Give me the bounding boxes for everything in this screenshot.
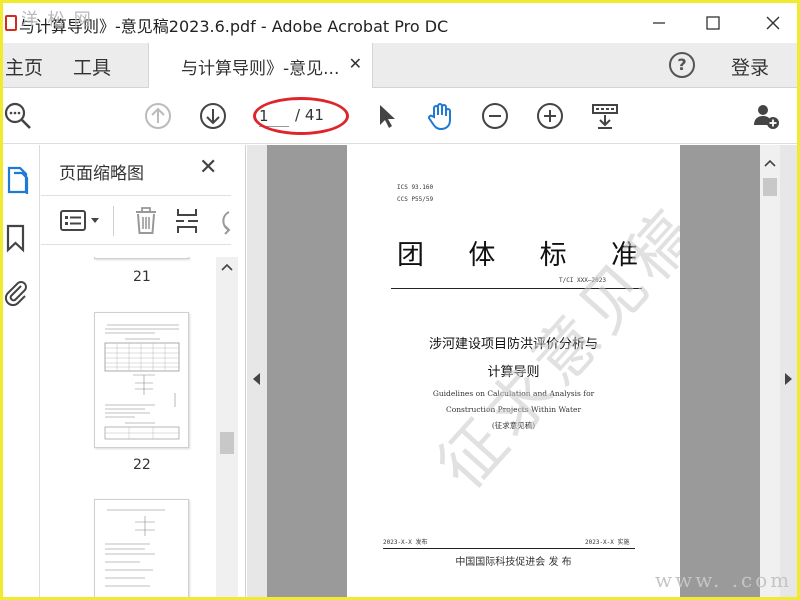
tab-home[interactable]: 主页	[5, 53, 43, 80]
search-icon[interactable]	[3, 101, 33, 131]
bookmark-icon[interactable]	[5, 223, 27, 253]
document-scrollbar[interactable]	[760, 145, 780, 597]
tab-bar: 主页 工具 与计算导则》-意见... ✕ ? 登录	[3, 43, 797, 88]
left-collapse-strip[interactable]	[247, 145, 267, 597]
issuer: 中国国际科技促进会 发 布	[455, 557, 572, 568]
thumbnail-page-23[interactable]	[94, 499, 189, 597]
panel-title: 页面缩略图	[59, 164, 144, 184]
watermark-bottom: www. .com	[655, 568, 793, 592]
thumbnail-page-23-content	[105, 509, 165, 587]
thumbnail-page-21[interactable]	[94, 257, 189, 259]
thumbnail-scrollbar[interactable]	[216, 257, 238, 597]
tab-document-label: 与计算导则》-意见...	[181, 59, 340, 79]
tab-document[interactable]: 与计算导则》-意见... ✕	[148, 43, 373, 88]
help-icon[interactable]: ?	[669, 52, 695, 78]
minimize-icon	[653, 22, 665, 24]
tab-tools[interactable]: 工具	[73, 53, 111, 80]
page-thumbnails-icon[interactable]	[5, 165, 31, 195]
previous-page-icon[interactable]	[143, 101, 173, 131]
release-date: 2023-X-X 发布	[383, 539, 428, 546]
thumbnail-label-21: 21	[133, 269, 151, 285]
close-window-button[interactable]	[753, 8, 793, 38]
watermark-top: 洋 松 网	[21, 10, 93, 30]
page-display-icon[interactable]	[590, 101, 620, 131]
zoom-out-icon[interactable]	[480, 101, 510, 131]
close-icon	[766, 16, 780, 30]
toolbar: / 41	[3, 89, 797, 144]
select-arrow-icon[interactable]	[371, 101, 401, 131]
pdf-file-icon	[5, 15, 17, 31]
thumbnail-page-22-content	[104, 324, 180, 440]
expand-right-icon[interactable]	[785, 373, 793, 385]
close-tab-icon[interactable]: ✕	[349, 54, 362, 73]
heading-char-1: 团	[397, 240, 424, 271]
thumbnail-label-22: 22	[133, 457, 151, 473]
thumbnail-options-icon[interactable]	[59, 209, 103, 233]
thumbnail-list: 21 22	[41, 257, 216, 597]
heading-char-3: 标	[539, 240, 567, 271]
pdf-page: ICS 93.160 CCS P55/59 团 体 标 准 T/CI XXX—2…	[347, 145, 680, 600]
delete-page-icon[interactable]	[134, 207, 158, 235]
next-page-icon[interactable]	[198, 101, 228, 131]
doc-scroll-up-icon[interactable]	[764, 159, 776, 167]
panel-toolbar	[41, 195, 231, 245]
toolbar-divider	[113, 206, 114, 236]
maximize-button[interactable]	[693, 8, 733, 38]
navigation-rail	[3, 145, 40, 597]
collapse-left-icon[interactable]	[253, 373, 261, 385]
hand-tool-icon[interactable]	[425, 101, 455, 131]
close-panel-icon[interactable]: ✕	[199, 155, 217, 180]
scroll-up-icon[interactable]	[221, 263, 233, 271]
document-scroll-thumb[interactable]	[763, 178, 777, 196]
thumbnail-scroll-thumb[interactable]	[220, 432, 234, 454]
minimize-button[interactable]	[639, 8, 679, 38]
ics-code: ICS 93.160	[397, 184, 434, 191]
rotate-page-icon[interactable]	[215, 207, 231, 235]
document-viewport: ICS 93.160 CCS P55/59 团 体 标 准 T/CI XXX—2…	[247, 145, 760, 600]
attachment-icon[interactable]	[3, 277, 29, 307]
zoom-in-icon[interactable]	[535, 101, 565, 131]
thumbnail-page-22[interactable]	[94, 312, 189, 448]
highlight-ellipse	[253, 97, 349, 135]
insert-page-icon[interactable]	[175, 207, 199, 235]
heading-char-2: 体	[468, 240, 496, 271]
login-button[interactable]: 登录	[731, 53, 769, 80]
implementation-date: 2023-X-X 实施	[585, 539, 630, 546]
share-user-icon[interactable]	[751, 101, 781, 131]
footer-rule	[383, 548, 635, 549]
maximize-icon	[706, 16, 720, 30]
right-collapse-strip[interactable]	[780, 145, 797, 597]
title-bar: 与计算导则》-意见稿2023.6.pdf - Adobe Acrobat Pro…	[3, 3, 797, 43]
thumbnails-panel: 页面缩略图 ✕ 21 22	[41, 145, 246, 597]
ccs-code: CCS P55/59	[397, 196, 434, 203]
